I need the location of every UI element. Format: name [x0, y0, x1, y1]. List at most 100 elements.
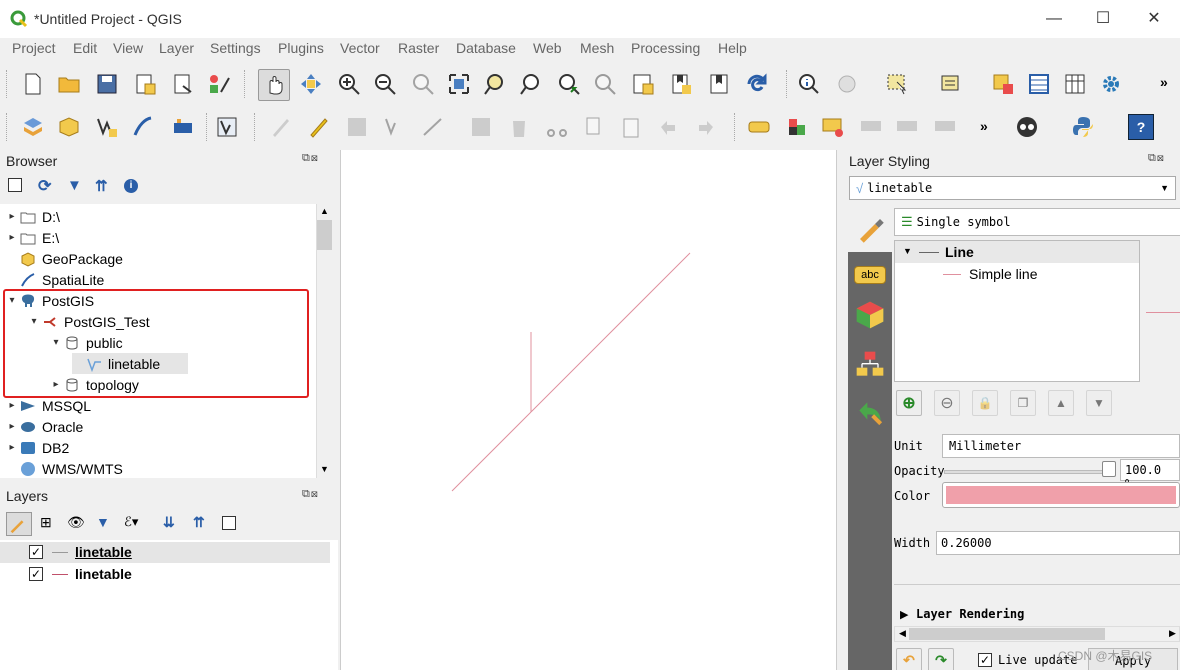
layers-dock-buttons[interactable]: ⧉⊠ [302, 488, 319, 501]
processing-toolbox-icon[interactable] [1098, 71, 1124, 97]
remove-layer-icon[interactable] [222, 516, 236, 530]
copy-features-icon[interactable] [580, 114, 606, 140]
styling-dock-buttons[interactable]: ⧉⊠ [1148, 152, 1165, 165]
collapse-all-icon[interactable]: ⇈ [95, 177, 108, 195]
collapse-arrow-icon[interactable]: ▼ [903, 246, 912, 256]
layer-visibility-checkbox[interactable]: ✓ [29, 545, 43, 559]
style-panel-toggle-icon[interactable] [6, 512, 32, 536]
show-bookmarks-icon[interactable] [706, 71, 732, 97]
pan-to-selection-icon[interactable] [298, 71, 324, 97]
tab-history-icon[interactable] [854, 397, 886, 432]
styling-h-scrollbar[interactable]: ◀ ▶ [894, 626, 1180, 642]
move-label-icon[interactable] [932, 114, 958, 140]
expand-arrow-icon[interactable]: ▸ [6, 232, 18, 243]
filter-expression-icon[interactable]: ℰ▾ [124, 514, 138, 530]
redo-style-button[interactable]: ↷ [928, 648, 954, 670]
undo-style-button[interactable]: ↶ [896, 648, 922, 670]
new-temporary-layer-icon[interactable] [214, 114, 240, 140]
layer-label[interactable]: linetable [75, 566, 132, 582]
new-virtual-layer-icon[interactable] [170, 114, 196, 140]
move-up-button[interactable]: ▲ [1048, 390, 1074, 416]
duplicate-symbol-layer-button[interactable]: ❐ [1010, 390, 1036, 416]
zoom-native-icon[interactable] [410, 71, 436, 97]
add-line-feature-icon[interactable] [382, 114, 408, 140]
tab-diagrams-icon[interactable] [854, 349, 886, 384]
menu-mesh[interactable]: Mesh [580, 40, 614, 56]
expand-arrow-icon[interactable]: ▸ [6, 400, 18, 411]
lock-symbol-layer-button[interactable]: 🔒 [972, 390, 998, 416]
toggle-editing-icon[interactable] [306, 114, 332, 140]
expand-arrow-icon[interactable]: ▸ [6, 211, 18, 222]
new-bookmark-icon[interactable] [668, 71, 694, 97]
python-console-icon[interactable] [1070, 114, 1096, 140]
expand-arrow-icon[interactable]: ▶ [900, 608, 908, 621]
new-map-view-icon[interactable] [630, 71, 656, 97]
scroll-down-icon[interactable]: ▼ [320, 464, 329, 474]
map-canvas[interactable] [340, 150, 837, 670]
menu-vector[interactable]: Vector [340, 40, 380, 56]
tree-item-mssql[interactable]: ▸ MSSQL [6, 395, 91, 416]
add-group-icon[interactable]: ⊞ [40, 514, 52, 531]
toolbar-handle[interactable] [6, 113, 8, 141]
new-print-layout-icon[interactable] [132, 71, 158, 97]
zoom-to-layer-icon[interactable] [518, 71, 544, 97]
label-toolbar-overflow-icon[interactable]: » [980, 118, 988, 134]
new-spatialite-icon[interactable] [130, 114, 156, 140]
select-features-icon[interactable] [884, 71, 910, 97]
minimize-button[interactable]: — [1034, 6, 1074, 32]
metasearch-icon[interactable] [1014, 114, 1040, 140]
opacity-slider-track[interactable] [944, 470, 1110, 474]
save-icon[interactable] [94, 71, 120, 97]
tree-item-oracle[interactable]: ▸ Oracle [6, 416, 83, 437]
menu-raster[interactable]: Raster [398, 40, 439, 56]
toolbar-handle[interactable] [6, 70, 8, 98]
manage-visibility-icon[interactable]: 👁 [67, 514, 85, 531]
scroll-thumb[interactable] [909, 628, 1105, 640]
symbol-root-label[interactable]: Line [945, 244, 974, 260]
delete-selected-icon[interactable] [506, 114, 532, 140]
remove-symbol-layer-button[interactable]: ⊖ [934, 390, 960, 416]
opacity-slider-handle[interactable] [1102, 461, 1116, 477]
move-down-button[interactable]: ▼ [1086, 390, 1112, 416]
properties-icon[interactable]: i [124, 179, 138, 193]
highlight-pinned-labels-icon[interactable] [820, 114, 846, 140]
menu-help[interactable]: Help [718, 40, 747, 56]
redo-icon[interactable] [692, 114, 718, 140]
select-by-value-icon[interactable] [938, 71, 964, 97]
new-project-icon[interactable] [20, 71, 46, 97]
menu-database[interactable]: Database [456, 40, 516, 56]
cut-features-icon[interactable] [544, 114, 570, 140]
menu-plugins[interactable]: Plugins [278, 40, 324, 56]
help-icon[interactable]: ? [1128, 114, 1154, 140]
menu-edit[interactable]: Edit [73, 40, 97, 56]
filter-legend-icon[interactable]: ▼ [96, 514, 110, 530]
symbol-layer-label[interactable]: Simple line [969, 266, 1037, 282]
run-action-icon[interactable] [834, 71, 860, 97]
tree-item-db2[interactable]: ▸ DB2 [6, 437, 69, 458]
menu-processing[interactable]: Processing [631, 40, 700, 56]
add-symbol-layer-button[interactable]: ⊕ [896, 390, 922, 416]
paste-features-icon[interactable] [618, 114, 644, 140]
tree-item-e-drive[interactable]: ▸ E:\ [6, 227, 59, 248]
zoom-next-icon[interactable] [592, 71, 618, 97]
tree-item-geopackage[interactable]: GeoPackage [6, 248, 123, 269]
labeling-icon[interactable] [746, 114, 772, 140]
attribute-table-icon[interactable] [1026, 71, 1052, 97]
close-button[interactable]: ✕ [1134, 6, 1174, 32]
color-button[interactable] [942, 482, 1180, 508]
maximize-button[interactable]: ☐ [1083, 6, 1123, 32]
tree-item-spatialite[interactable]: SpatiaLite [6, 269, 104, 290]
expand-all-icon[interactable]: ⇊ [163, 514, 175, 531]
layer-select-dropdown[interactable]: √ linetable ▼ [849, 176, 1176, 200]
layer-visibility-checkbox[interactable]: ✓ [29, 567, 43, 581]
width-spinbox[interactable]: 0.26000 [936, 531, 1180, 555]
menu-layer[interactable]: Layer [159, 40, 194, 56]
renderer-dropdown[interactable]: ☰ Single symbol [894, 208, 1180, 236]
tab-symbology[interactable] [848, 204, 892, 252]
collapse-all-layers-icon[interactable]: ⇈ [193, 514, 205, 531]
vertex-tool-icon[interactable] [420, 114, 446, 140]
refresh-browser-icon[interactable]: ⟳ [38, 176, 51, 196]
menu-view[interactable]: View [113, 40, 143, 56]
live-update-checkbox[interactable]: ✓ [978, 653, 992, 667]
browser-dock-buttons[interactable]: ⧉⊠ [302, 152, 319, 165]
